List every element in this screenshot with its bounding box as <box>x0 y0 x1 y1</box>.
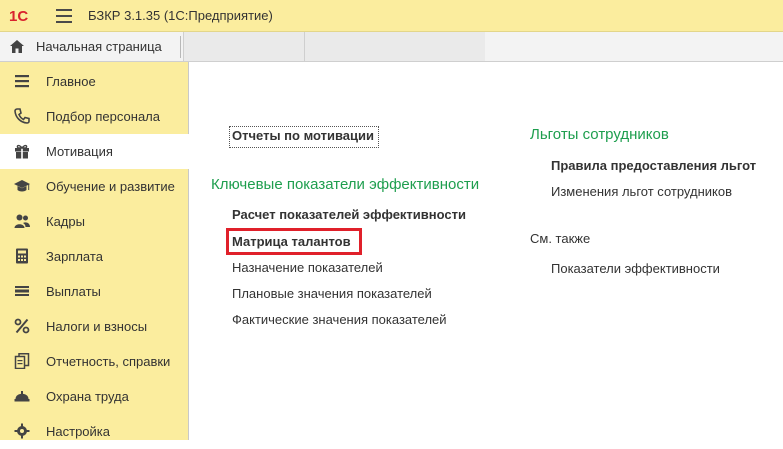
sidebar-item-training[interactable]: Обучение и развитие <box>0 169 189 204</box>
svg-text:1С: 1С <box>9 8 28 25</box>
gift-icon <box>15 144 29 159</box>
sidebar-item-label: Обучение и развитие <box>46 179 175 194</box>
wallet-icon <box>15 286 29 296</box>
gear-icon <box>14 423 30 439</box>
talent-matrix-link[interactable]: Матрица талантов <box>232 234 351 249</box>
see-also-title: См. также <box>530 231 591 246</box>
sidebar-item-label: Зарплата <box>46 249 103 264</box>
sidebar-item-motivation[interactable]: Мотивация <box>0 134 189 169</box>
sidebar-item-settings[interactable]: Настройка <box>0 414 189 449</box>
sidebar-item-label: Подбор персонала <box>46 109 160 124</box>
tab-open-1[interactable] <box>183 32 304 61</box>
sidebar-item-salary[interactable]: Зарплата <box>0 239 189 274</box>
sidebar-item-hr[interactable]: Кадры <box>0 204 189 239</box>
people-icon <box>14 214 30 228</box>
kpi-assignment-link[interactable]: Назначение показателей <box>232 260 383 275</box>
benefit-changes-link[interactable]: Изменения льгот сотрудников <box>551 184 732 199</box>
sidebar-item-payments[interactable]: Выплаты <box>0 274 189 309</box>
sidebar-item-label: Мотивация <box>46 144 113 159</box>
graduation-cap-icon <box>14 180 30 192</box>
sidebar-item-taxes[interactable]: Налоги и взносы <box>0 309 189 344</box>
sidebar-item-label: Главное <box>46 74 96 89</box>
1c-logo[interactable]: 1С <box>9 6 37 26</box>
tab-home-label: Начальная страница <box>36 39 162 54</box>
documents-icon <box>14 353 30 369</box>
menu-icon[interactable] <box>56 9 72 23</box>
app-title: БЗКР 3.1.35 (1С:Предприятие) <box>88 8 273 23</box>
sidebar-item-reports[interactable]: Отчетность, справки <box>0 344 189 379</box>
title-bar: 1С БЗКР 3.1.35 (1С:Предприятие) <box>0 0 783 32</box>
motivation-reports-link[interactable]: Отчеты по мотивации <box>232 128 374 143</box>
tab-divider <box>180 36 181 58</box>
calculator-icon <box>16 248 28 264</box>
tab-home[interactable]: Начальная страница <box>0 32 180 61</box>
benefit-rules-link[interactable]: Правила предоставления льгот <box>551 158 756 173</box>
sidebar-item-label: Выплаты <box>46 284 101 299</box>
kpi-actual-values-link[interactable]: Фактические значения показателей <box>232 312 447 327</box>
sidebar-item-label: Налоги и взносы <box>46 319 148 334</box>
sidebar-item-safety[interactable]: Охрана труда <box>0 379 189 414</box>
sidebar-item-main[interactable]: Главное <box>0 64 189 99</box>
benefits-section-title: Льготы сотрудников <box>530 126 669 143</box>
kpi-calculation-link[interactable]: Расчет показателей эффективности <box>232 207 466 222</box>
kpi-section-title: Ключевые показатели эффективности <box>211 176 480 193</box>
kpi-catalog-link[interactable]: Показатели эффективности <box>551 261 720 276</box>
home-icon <box>10 40 24 53</box>
sidebar-item-label: Отчетность, справки <box>46 354 171 369</box>
sections-panel: Главное Подбор персонала Мотивация Обуче… <box>0 62 189 440</box>
list-icon <box>15 75 29 88</box>
kpi-planned-values-link[interactable]: Плановые значения показателей <box>232 286 432 301</box>
sidebar-item-recruiting[interactable]: Подбор персонала <box>0 99 189 134</box>
sidebar-item-label: Настройка <box>46 424 110 439</box>
tab-bar: Начальная страница <box>0 32 783 62</box>
sidebar-item-label: Кадры <box>46 214 85 229</box>
helmet-icon <box>14 391 30 402</box>
percent-icon <box>14 318 30 334</box>
phone-icon <box>14 108 30 124</box>
sidebar-item-label: Охрана труда <box>46 389 129 404</box>
tab-open-2[interactable] <box>304 32 485 61</box>
